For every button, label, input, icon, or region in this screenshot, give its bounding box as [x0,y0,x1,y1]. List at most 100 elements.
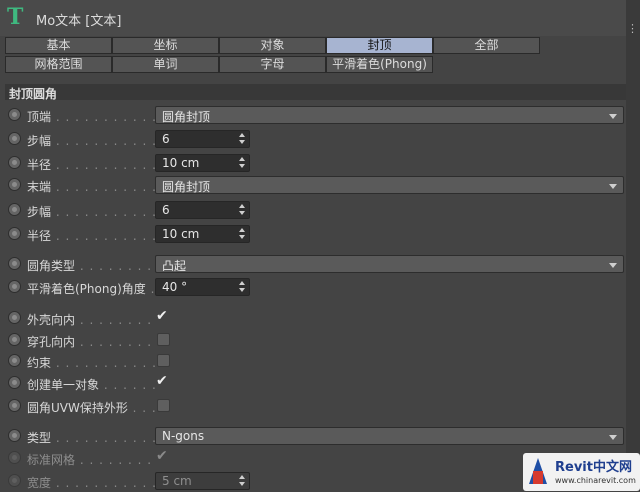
stepper-icon[interactable] [239,204,246,216]
field-fillet-uvw: 圆角UVW保持外形 [5,395,626,417]
section-title: 封顶圆角 [9,87,58,101]
dropdown-value: 圆角封顶 [162,180,211,194]
animation-radio-icon[interactable] [8,376,21,389]
input-value: 10 cm [162,227,200,241]
field-type: 类型 N-gons [5,425,626,447]
watermark-url: www.chinarevit.com [555,476,636,485]
field-label: 约束 [27,354,155,371]
animation-radio-icon[interactable] [8,333,21,346]
animation-radio-icon[interactable] [8,108,21,121]
start-radius-input[interactable]: 10 cm [155,154,250,172]
tab-words[interactable]: 单词 [112,56,219,73]
type-dropdown[interactable]: N-gons [155,427,624,445]
field-end-steps: 步幅 6 [5,199,626,221]
grip-icon[interactable]: ⋮ [627,22,638,35]
field-label: 创建单一对象 [27,376,155,393]
checkmark-icon: ✔ [156,373,168,389]
constrain-checkbox[interactable] [157,354,170,367]
tab-all[interactable]: 全部 [433,37,540,54]
start-steps-input[interactable]: 6 [155,130,250,148]
tab-phong[interactable]: 平滑着色(Phong) [326,56,433,73]
animation-radio-icon[interactable] [8,280,21,293]
field-label: 平滑着色(Phong)角度 [27,280,155,297]
field-label: 宽度 [27,474,155,491]
stepper-icon[interactable] [239,281,246,293]
tab-letters[interactable]: 字母 [219,56,326,73]
field-label: 步幅 [27,203,155,220]
stepper-icon[interactable] [239,228,246,240]
stepper-icon[interactable] [239,157,246,169]
chevron-down-icon [609,435,617,440]
field-label: 类型 [27,429,155,446]
dropdown-value: 凸起 [162,259,187,273]
stepper-icon [239,475,246,487]
input-value: 6 [162,132,170,146]
animation-radio-icon[interactable] [8,156,21,169]
revit-logo-accent [533,471,543,484]
field-end-cap: 末端 圆角封顶 [5,174,626,196]
fillet-type-dropdown[interactable]: 凸起 [155,255,624,273]
width-input: 5 cm [155,472,250,490]
field-label: 标准网格 [27,451,155,468]
start-cap-dropdown[interactable]: 圆角封顶 [155,106,624,124]
end-cap-dropdown[interactable]: 圆角封顶 [155,176,624,194]
field-create-single-object: 创建单一对象 ✔ [5,372,626,394]
field-hull-inwards: 外壳向内 ✔ [5,307,626,329]
field-start-radius: 半径 10 cm [5,152,626,174]
chevron-down-icon [609,263,617,268]
fillet-uvw-checkbox[interactable] [157,399,170,412]
phong-angle-input[interactable]: 40 ° [155,278,250,296]
animation-radio-icon [8,474,21,487]
field-label: 步幅 [27,132,155,149]
field-label: 半径 [27,227,155,244]
end-radius-input[interactable]: 10 cm [155,225,250,243]
field-start-cap: 顶端 圆角封顶 [5,104,626,126]
field-label: 圆角UVW保持外形 [27,399,155,416]
single-object-checkbox[interactable]: ✔ [156,373,170,389]
tab-caps[interactable]: 封顶 [326,37,433,54]
window-title: Mo文本 [文本] [36,14,122,29]
tab-basic[interactable]: 基本 [5,37,112,54]
input-value: 6 [162,203,170,217]
chevron-down-icon [609,114,617,119]
watermark-title: Revit中文网 [555,460,632,475]
animation-radio-icon[interactable] [8,399,21,412]
field-fillet-type: 圆角类型 凸起 [5,253,626,275]
field-label: 顶端 [27,108,155,125]
dropdown-value: N-gons [162,429,205,443]
stepper-icon[interactable] [239,133,246,145]
field-label: 外壳向内 [27,311,155,328]
animation-radio-icon[interactable] [8,203,21,216]
field-start-steps: 步幅 6 [5,128,626,150]
dropdown-value: 圆角封顶 [162,110,211,124]
field-constrain: 约束 [5,350,626,372]
animation-radio-icon[interactable] [8,132,21,145]
end-steps-input[interactable]: 6 [155,201,250,219]
side-scroll-strip[interactable]: ⋮ [626,0,640,491]
animation-radio-icon[interactable] [8,354,21,367]
input-value: 40 ° [162,280,188,294]
field-phong-angle: 平滑着色(Phong)角度 40 ° [5,276,626,298]
animation-radio-icon[interactable] [8,311,21,324]
hole-inwards-checkbox[interactable] [157,333,170,346]
hull-inwards-checkbox[interactable]: ✔ [156,308,170,324]
tab-object[interactable]: 对象 [219,37,326,54]
animation-radio-icon[interactable] [8,429,21,442]
field-label: 圆角类型 [27,257,155,274]
animation-radio-icon[interactable] [8,227,21,240]
chevron-down-icon [609,184,617,189]
tab-mesh-range[interactable]: 网格范围 [5,56,112,73]
animation-radio-icon[interactable] [8,257,21,270]
field-label: 半径 [27,156,155,173]
field-end-radius: 半径 10 cm [5,223,626,245]
animation-radio-icon [8,451,21,464]
checkmark-icon: ✔ [156,308,168,324]
field-label: 末端 [27,178,155,195]
field-hole-inwards: 穿孔向内 [5,329,626,351]
animation-radio-icon[interactable] [8,178,21,191]
tab-coordinates[interactable]: 坐标 [112,37,219,54]
regular-grid-checkbox: ✔ [156,448,170,464]
field-label: 穿孔向内 [27,333,155,350]
section-header: 封顶圆角 [5,84,626,101]
text-t-icon: T [7,4,24,30]
